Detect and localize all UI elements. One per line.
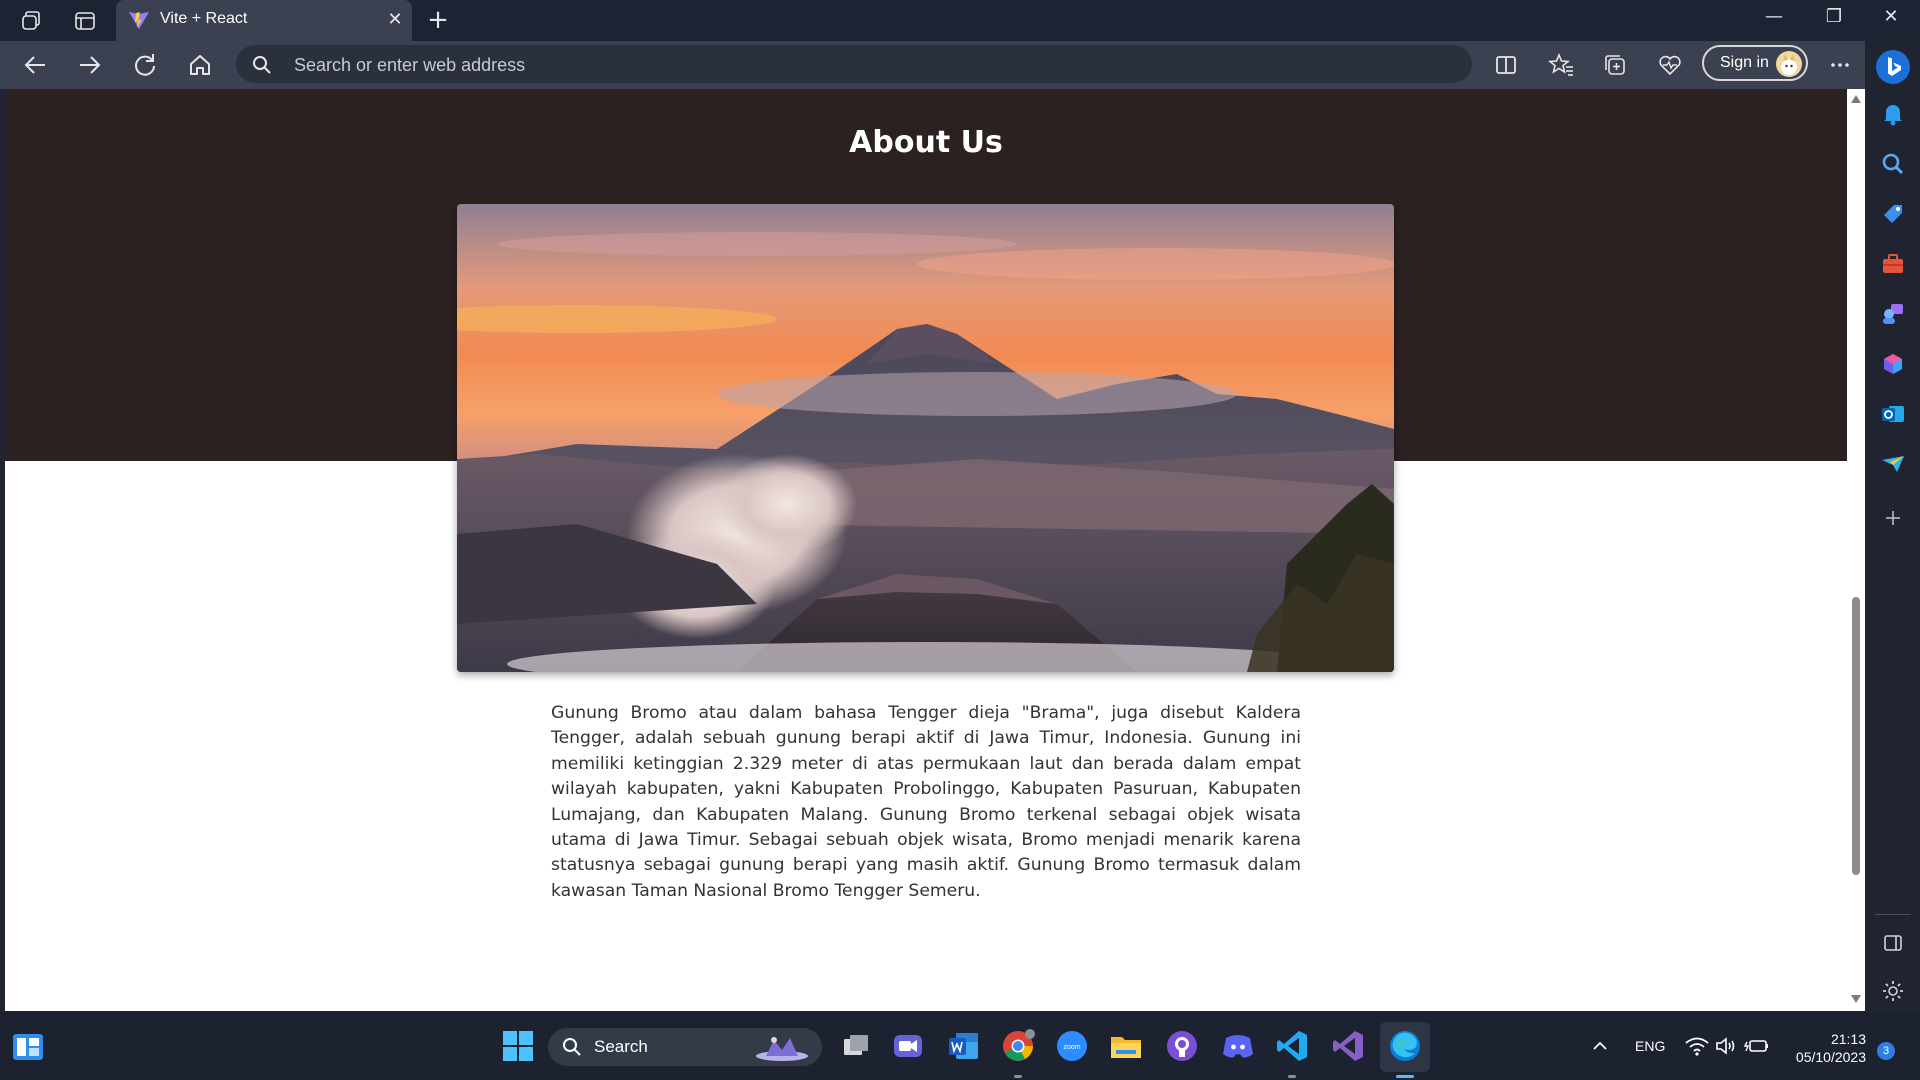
home-icon[interactable] (183, 49, 217, 81)
windows-start-icon[interactable] (500, 1028, 536, 1064)
bromo-mountain-photo (457, 204, 1394, 672)
hide-sidebar-icon[interactable] (1879, 929, 1907, 957)
system-clock[interactable]: 21:13 05/10/2023 (1782, 1030, 1866, 1066)
browser-toolbar: Sign in (0, 41, 1920, 89)
close-window-icon[interactable]: ✕ (1871, 6, 1911, 34)
workspaces-icon[interactable] (18, 8, 44, 34)
restore-icon[interactable]: ❐ (1814, 6, 1854, 34)
more-options-icon[interactable] (1826, 51, 1854, 79)
language-indicator[interactable]: ENG (1635, 1038, 1665, 1054)
shopping-tag-icon[interactable] (1879, 200, 1907, 228)
clock-time: 21:13 (1830, 1031, 1866, 1047)
task-view-icon[interactable] (838, 1028, 874, 1064)
visual-studio-icon[interactable] (1330, 1028, 1366, 1064)
file-explorer-icon[interactable] (1108, 1028, 1144, 1064)
web-page: About Us Gunung Bromo atau dalam bahasa … (5, 89, 1847, 1011)
close-tab-icon[interactable]: ✕ (384, 9, 406, 30)
clock-date: 05/10/2023 (1795, 1049, 1866, 1065)
active-tab[interactable]: Vite + React ✕ (116, 0, 412, 41)
discord-icon[interactable] (1220, 1028, 1256, 1064)
back-icon[interactable] (18, 49, 52, 81)
microsoft-365-icon[interactable] (1879, 350, 1907, 378)
tab-title: Vite + React (160, 10, 248, 27)
taskbar-search[interactable]: Search (548, 1028, 822, 1066)
edge-sidebar (1865, 41, 1920, 1012)
word-icon[interactable] (946, 1028, 982, 1064)
edge-active-indicator (1396, 1075, 1414, 1078)
scroll-down-arrow-icon[interactable] (1851, 995, 1861, 1003)
favorites-icon[interactable] (1547, 51, 1575, 79)
vite-logo-icon (129, 12, 149, 29)
split-screen-icon[interactable] (1492, 51, 1520, 79)
chrome-running-indicator (1014, 1075, 1022, 1078)
page-title: About Us (849, 125, 1003, 160)
teams-chat-icon[interactable] (890, 1028, 926, 1064)
outlook-icon[interactable] (1879, 400, 1907, 428)
vscode-running-indicator (1288, 1075, 1296, 1078)
browser-essentials-icon[interactable] (1656, 51, 1684, 79)
search-icon (253, 56, 271, 74)
minimize-icon[interactable]: — (1754, 6, 1794, 34)
tab-actions-icon[interactable] (72, 8, 98, 34)
wifi-icon[interactable] (1684, 1034, 1710, 1058)
forward-icon[interactable] (73, 49, 107, 81)
new-tab-icon[interactable]: + (423, 5, 453, 35)
address-input[interactable] (292, 47, 1446, 83)
notifications-bell-icon[interactable] (1879, 100, 1907, 128)
taskbar-search-label: Search (594, 1037, 648, 1056)
tools-briefcase-icon[interactable] (1879, 250, 1907, 278)
widgets-icon[interactable] (10, 1028, 46, 1064)
refresh-icon[interactable] (128, 49, 162, 81)
add-sidebar-app-icon[interactable] (1879, 504, 1907, 532)
scroll-up-arrow-icon[interactable] (1851, 95, 1861, 103)
search-sidebar-icon[interactable] (1879, 150, 1907, 178)
collections-icon[interactable] (1601, 51, 1629, 79)
search-highlight-illustration-icon (756, 1037, 808, 1061)
profile-avatar-icon (1776, 51, 1802, 77)
games-icon[interactable] (1879, 300, 1907, 328)
drop-send-icon[interactable] (1879, 450, 1907, 478)
scroll-thumb[interactable] (1852, 597, 1860, 875)
edge-icon[interactable] (1387, 1028, 1423, 1064)
taskbar-search-icon (563, 1038, 581, 1056)
sign-in-button[interactable]: Sign in (1702, 45, 1808, 81)
browser-titlebar: Vite + React ✕ + — ❐ ✕ (0, 0, 1920, 41)
notification-badge[interactable]: 3 (1877, 1042, 1895, 1060)
bing-copilot-icon[interactable] (1875, 49, 1911, 85)
svg-text:zoom: zoom (1063, 1044, 1080, 1051)
chrome-icon[interactable] (1000, 1028, 1036, 1064)
battery-icon[interactable] (1744, 1034, 1770, 1058)
github-desktop-icon[interactable] (1164, 1028, 1200, 1064)
sidebar-divider (1875, 914, 1911, 915)
address-bar[interactable] (236, 45, 1472, 83)
sidebar-settings-gear-icon[interactable] (1879, 977, 1907, 1005)
volume-icon[interactable] (1714, 1034, 1740, 1058)
about-description: Gunung Bromo atau dalam bahasa Tengger d… (551, 703, 1301, 901)
windows-taskbar: Search zoom ENG 21:13 05/10/2023 3 (0, 1012, 1920, 1080)
zoom-icon[interactable]: zoom (1054, 1028, 1090, 1064)
vscode-icon[interactable] (1274, 1028, 1310, 1064)
sign-in-label: Sign in (1720, 54, 1769, 71)
show-hidden-icons-chevron-icon[interactable] (1586, 1032, 1614, 1060)
page-scrollbar[interactable] (1847, 89, 1865, 1011)
